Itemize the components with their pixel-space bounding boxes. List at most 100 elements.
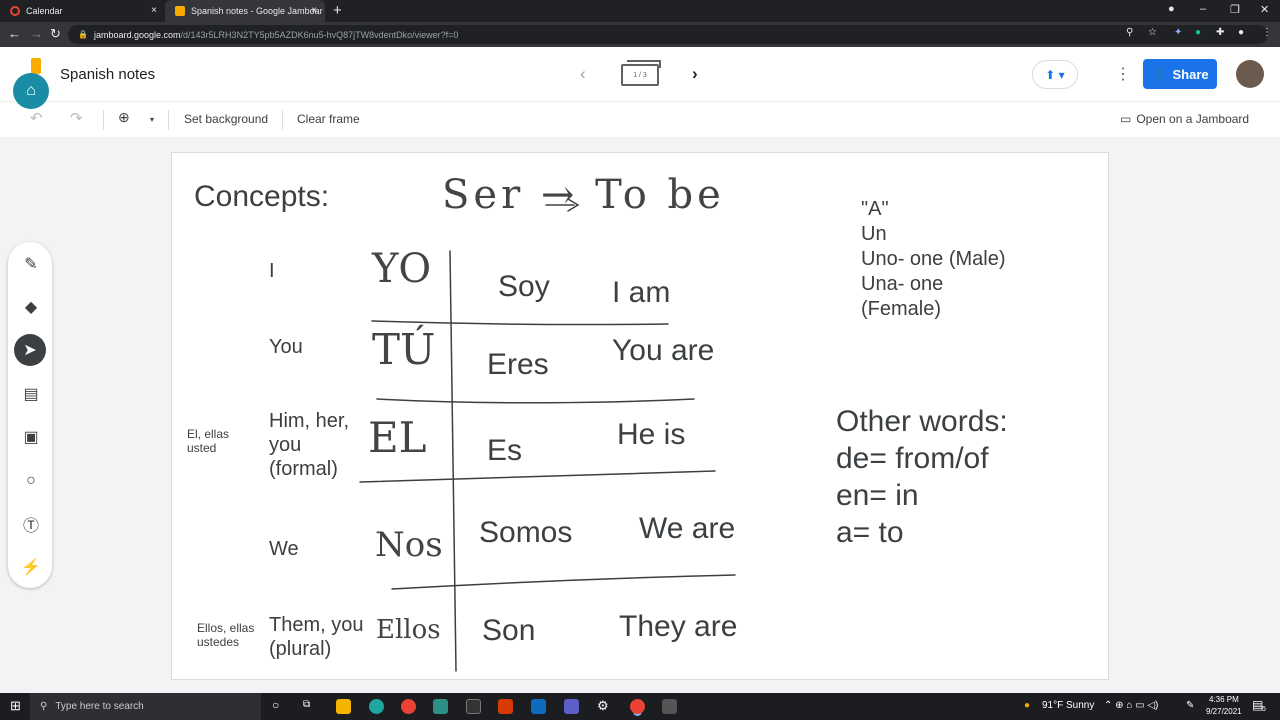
doc-title[interactable]: Spanish notes <box>60 66 155 83</box>
spanish-verb: Es <box>487 434 523 467</box>
board-toolbar: ↶ ↷ ⊕ ▾ Set background Clear frame ▭ Open… <box>0 101 1280 137</box>
frame-indicator-label: 1 / 3 <box>633 71 647 79</box>
task-view-icon[interactable]: ⧉ <box>303 699 310 710</box>
edge-icon[interactable] <box>369 699 384 714</box>
clock-time[interactable]: 4:36 PM <box>1209 695 1239 704</box>
minimize-button[interactable]: – <box>1200 3 1206 15</box>
cortana-icon[interactable]: ○ <box>272 698 279 712</box>
browser-tab-strip: Calendar × Spanish notes - Google Jamboa… <box>0 0 1280 22</box>
redo-icon[interactable]: ↷ <box>70 109 83 127</box>
office-icon[interactable] <box>498 699 513 714</box>
share-button[interactable]: 👤 Share <box>1143 59 1217 89</box>
file-explorer-icon[interactable] <box>336 699 351 714</box>
image-icon[interactable]: ▣ <box>20 426 42 448</box>
undo-icon[interactable]: ↶ <box>30 109 43 127</box>
profile-icon[interactable]: ● <box>1168 3 1175 15</box>
chrome-menu-icon[interactable]: ⋮ <box>1262 27 1272 38</box>
row-divider-4 <box>391 574 736 590</box>
taskbar-search-input[interactable]: ⚲ Type here to search <box>30 693 261 720</box>
profile-avatar-icon[interactable]: ● <box>1238 27 1244 38</box>
circle-shape-icon[interactable]: ○ <box>20 470 42 492</box>
app-icon[interactable] <box>433 699 448 714</box>
eraser-icon[interactable]: ◆ <box>20 296 42 318</box>
laser-icon[interactable]: ⚡ <box>20 556 42 578</box>
calendar-favicon-icon <box>10 6 20 16</box>
translation: You are <box>612 334 715 367</box>
weather-text[interactable]: 91°F Sunny <box>1042 700 1094 711</box>
windows-start-icon[interactable]: ⊞ <box>10 698 21 714</box>
windows-taskbar: ⊞ ⚲ Type here to search ○ ⧉ ⚙ ● 91°F Sunn… <box>0 693 1280 720</box>
tab-title: Calendar <box>26 6 63 16</box>
back-icon[interactable]: ← <box>8 26 21 41</box>
zoom-icon[interactable]: ⚲ <box>1126 27 1133 38</box>
grammarly-icon[interactable]: ● <box>1195 27 1201 38</box>
zoom-icon[interactable]: ⊕ <box>118 109 130 126</box>
new-tab-button[interactable]: + <box>333 2 342 19</box>
forward-icon[interactable]: → <box>30 26 43 41</box>
tab-calendar[interactable]: Calendar × <box>0 0 165 22</box>
chrome-icon[interactable] <box>401 699 416 714</box>
text-box-icon[interactable]: Ⓣ <box>20 513 42 535</box>
concepts-heading: Concepts: <box>194 180 330 213</box>
clock-date[interactable]: 9/27/2021 <box>1206 707 1242 716</box>
pen-icon[interactable]: ✎ <box>20 253 42 275</box>
restore-button[interactable]: ❐ <box>1230 3 1240 16</box>
close-tab-icon[interactable]: × <box>311 5 317 16</box>
more-options-button[interactable]: ⋮ <box>1115 64 1131 84</box>
extensions-puzzle-icon[interactable]: ✚ <box>1216 27 1224 38</box>
frame-indicator[interactable]: 1 / 3 <box>621 60 661 86</box>
reload-icon[interactable]: ↻ <box>50 26 61 42</box>
english-subject: You <box>269 336 303 358</box>
open-on-jamboard-label: Open on a Jamboard <box>1136 112 1250 126</box>
jamboard-frame[interactable]: Concepts: Ser → To be I YO Soy I am You … <box>171 152 1109 680</box>
jamboard-favicon-icon <box>175 6 185 16</box>
extension-icon[interactable]: ✦ <box>1174 27 1182 38</box>
bookmark-star-icon[interactable]: ☆ <box>1148 27 1157 38</box>
pen-tray-icon[interactable]: ✎ <box>1186 700 1194 711</box>
app-icon[interactable] <box>466 699 481 714</box>
clear-frame-button[interactable]: Clear frame <box>297 112 360 126</box>
english-subject: Them, you (plural) <box>269 614 364 660</box>
jamboard-logo-icon[interactable]: ⌂ <box>13 73 49 109</box>
close-tab-icon[interactable]: × <box>151 5 157 16</box>
spanish-verb: Somos <box>479 516 573 549</box>
english-subject: We <box>269 538 299 560</box>
url-path: /d/143r5LRH3N2TY5pb5AZDK6nu5-hvQ87jTW8vd… <box>180 29 459 40</box>
weather-sun-icon: ● <box>1024 700 1031 711</box>
settings-icon[interactable]: ⚙ <box>597 698 609 714</box>
hand-subject: TÚ <box>372 325 436 374</box>
address-bar-row: ← → ↻ 🔒 jamboard.google.com /d/143r5LRH3… <box>0 22 1280 47</box>
notification-badge: 5 <box>1262 706 1266 713</box>
other-words-note: Other words: de= from/of en= in a= to <box>836 405 1008 549</box>
present-button[interactable]: ⬆ ▾ <box>1032 60 1078 89</box>
app-icon[interactable] <box>662 699 677 714</box>
user-avatar[interactable] <box>1236 60 1264 88</box>
teams-icon[interactable] <box>564 699 579 714</box>
mail-icon[interactable] <box>531 699 546 714</box>
close-window-button[interactable]: ✕ <box>1260 3 1269 16</box>
spanish-verb: Eres <box>487 348 549 381</box>
drawing-tools-panel: ✎ ◆ ➤ ▤ ▣ ○ Ⓣ ⚡ <box>8 242 52 588</box>
divider <box>168 110 169 130</box>
zoom-dropdown-icon[interactable]: ▾ <box>150 115 154 124</box>
vertical-divider <box>449 250 457 672</box>
open-on-jamboard-button[interactable]: ▭ Open on a Jamboard <box>1120 112 1249 126</box>
tab-jamboard[interactable]: Spanish notes - Google Jamboar × <box>165 0 325 22</box>
translation: I am <box>612 276 671 309</box>
share-label: Share <box>1172 66 1209 82</box>
search-placeholder: Type here to search <box>55 701 144 712</box>
spanish-verb: Soy <box>498 270 550 303</box>
side-note: El, ellas usted <box>187 427 230 456</box>
tray-icons[interactable]: ⌃ ⊕ ⌂ ▭ ◁) <box>1104 700 1158 711</box>
url-input[interactable]: 🔒 jamboard.google.com /d/143r5LRH3N2TY5p… <box>68 25 1268 44</box>
translation: He is <box>617 418 686 451</box>
hand-subject: Nos <box>375 525 443 565</box>
select-arrow-icon[interactable]: ➤ <box>14 334 46 366</box>
present-icon: ⬆ ▾ <box>1045 67 1065 82</box>
side-note: Ellos, ellas ustedes <box>197 621 255 650</box>
chrome-active-icon[interactable] <box>630 699 645 714</box>
sticky-note-icon[interactable]: ▤ <box>20 383 42 405</box>
set-background-button[interactable]: Set background <box>184 112 268 126</box>
prev-frame-button[interactable]: ‹ <box>580 64 586 84</box>
next-frame-button[interactable]: › <box>692 64 698 84</box>
